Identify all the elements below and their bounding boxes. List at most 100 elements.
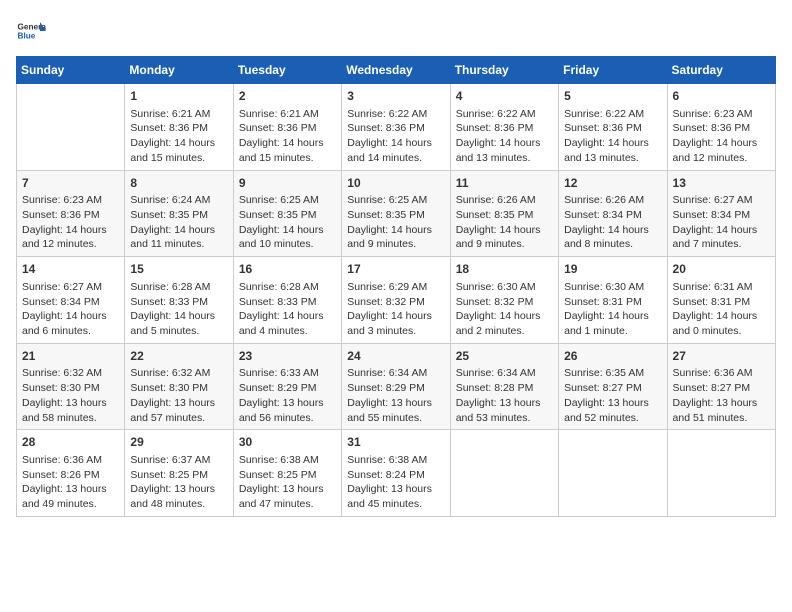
calendar-cell: 7Sunrise: 6:23 AMSunset: 8:36 PMDaylight…: [17, 170, 125, 257]
day-info: and 9 minutes.: [456, 237, 553, 252]
day-info: Sunset: 8:29 PM: [239, 381, 336, 396]
day-info: and 15 minutes.: [130, 151, 227, 166]
day-info: and 48 minutes.: [130, 497, 227, 512]
day-info: and 3 minutes.: [347, 324, 444, 339]
day-info: Sunset: 8:27 PM: [673, 381, 770, 396]
day-info: Sunset: 8:36 PM: [130, 121, 227, 136]
day-number: 25: [456, 348, 553, 365]
day-number: 11: [456, 175, 553, 192]
logo: General Blue: [16, 16, 50, 46]
day-info: Daylight: 14 hours: [564, 309, 661, 324]
day-info: Sunset: 8:34 PM: [22, 295, 119, 310]
logo-icon: General Blue: [16, 16, 46, 46]
day-number: 22: [130, 348, 227, 365]
day-info: Sunrise: 6:22 AM: [347, 107, 444, 122]
day-number: 31: [347, 434, 444, 451]
day-info: and 45 minutes.: [347, 497, 444, 512]
day-info: Sunrise: 6:26 AM: [456, 193, 553, 208]
day-info: and 13 minutes.: [564, 151, 661, 166]
day-number: 30: [239, 434, 336, 451]
day-info: Sunrise: 6:30 AM: [456, 280, 553, 295]
day-number: 24: [347, 348, 444, 365]
calendar-cell: [450, 430, 558, 517]
day-info: Sunset: 8:35 PM: [347, 208, 444, 223]
day-info: Sunrise: 6:28 AM: [130, 280, 227, 295]
day-info: Daylight: 14 hours: [456, 136, 553, 151]
day-info: and 5 minutes.: [130, 324, 227, 339]
day-number: 16: [239, 261, 336, 278]
header: General Blue: [16, 16, 776, 46]
day-info: Daylight: 14 hours: [673, 223, 770, 238]
calendar-cell: 11Sunrise: 6:26 AMSunset: 8:35 PMDayligh…: [450, 170, 558, 257]
day-info: and 12 minutes.: [673, 151, 770, 166]
day-number: 17: [347, 261, 444, 278]
day-info: and 0 minutes.: [673, 324, 770, 339]
day-info: Daylight: 14 hours: [564, 223, 661, 238]
day-info: Daylight: 14 hours: [673, 136, 770, 151]
day-number: 5: [564, 88, 661, 105]
day-info: and 49 minutes.: [22, 497, 119, 512]
day-number: 9: [239, 175, 336, 192]
day-info: Sunset: 8:36 PM: [564, 121, 661, 136]
day-info: Daylight: 14 hours: [239, 309, 336, 324]
day-info: and 10 minutes.: [239, 237, 336, 252]
day-info: Sunset: 8:24 PM: [347, 468, 444, 483]
day-info: and 4 minutes.: [239, 324, 336, 339]
day-info: Daylight: 14 hours: [22, 223, 119, 238]
day-info: Sunrise: 6:22 AM: [456, 107, 553, 122]
calendar-cell: 9Sunrise: 6:25 AMSunset: 8:35 PMDaylight…: [233, 170, 341, 257]
week-row-1: 1Sunrise: 6:21 AMSunset: 8:36 PMDaylight…: [17, 84, 776, 171]
calendar-cell: 31Sunrise: 6:38 AMSunset: 8:24 PMDayligh…: [342, 430, 450, 517]
day-info: Sunset: 8:26 PM: [22, 468, 119, 483]
day-info: Daylight: 14 hours: [347, 136, 444, 151]
day-info: and 15 minutes.: [239, 151, 336, 166]
day-number: 8: [130, 175, 227, 192]
day-info: Sunrise: 6:34 AM: [456, 366, 553, 381]
day-info: Sunset: 8:29 PM: [347, 381, 444, 396]
week-row-5: 28Sunrise: 6:36 AMSunset: 8:26 PMDayligh…: [17, 430, 776, 517]
day-header-monday: Monday: [125, 57, 233, 84]
day-info: and 6 minutes.: [22, 324, 119, 339]
calendar-cell: 28Sunrise: 6:36 AMSunset: 8:26 PMDayligh…: [17, 430, 125, 517]
day-info: and 8 minutes.: [564, 237, 661, 252]
day-number: 12: [564, 175, 661, 192]
day-info: Sunset: 8:33 PM: [130, 295, 227, 310]
day-number: 4: [456, 88, 553, 105]
day-header-friday: Friday: [559, 57, 667, 84]
day-info: Daylight: 13 hours: [130, 482, 227, 497]
day-number: 19: [564, 261, 661, 278]
calendar-cell: 4Sunrise: 6:22 AMSunset: 8:36 PMDaylight…: [450, 84, 558, 171]
calendar-cell: 14Sunrise: 6:27 AMSunset: 8:34 PMDayligh…: [17, 257, 125, 344]
day-number: 27: [673, 348, 770, 365]
day-info: Sunrise: 6:30 AM: [564, 280, 661, 295]
calendar-cell: 12Sunrise: 6:26 AMSunset: 8:34 PMDayligh…: [559, 170, 667, 257]
day-number: 14: [22, 261, 119, 278]
day-info: Daylight: 13 hours: [347, 396, 444, 411]
day-info: Daylight: 13 hours: [239, 482, 336, 497]
day-info: Sunset: 8:32 PM: [347, 295, 444, 310]
calendar-cell: 27Sunrise: 6:36 AMSunset: 8:27 PMDayligh…: [667, 343, 775, 430]
day-info: Daylight: 14 hours: [456, 309, 553, 324]
day-info: Sunset: 8:36 PM: [347, 121, 444, 136]
day-info: Sunrise: 6:23 AM: [22, 193, 119, 208]
day-info: Sunset: 8:27 PM: [564, 381, 661, 396]
day-number: 21: [22, 348, 119, 365]
day-number: 7: [22, 175, 119, 192]
calendar-cell: 5Sunrise: 6:22 AMSunset: 8:36 PMDaylight…: [559, 84, 667, 171]
day-info: and 13 minutes.: [456, 151, 553, 166]
day-info: and 47 minutes.: [239, 497, 336, 512]
day-info: Sunrise: 6:31 AM: [673, 280, 770, 295]
day-info: Daylight: 14 hours: [22, 309, 119, 324]
calendar-cell: 1Sunrise: 6:21 AMSunset: 8:36 PMDaylight…: [125, 84, 233, 171]
day-header-sunday: Sunday: [17, 57, 125, 84]
day-number: 1: [130, 88, 227, 105]
day-info: and 11 minutes.: [130, 237, 227, 252]
day-info: Daylight: 14 hours: [130, 309, 227, 324]
day-info: Daylight: 13 hours: [564, 396, 661, 411]
header-row: SundayMondayTuesdayWednesdayThursdayFrid…: [17, 57, 776, 84]
day-info: Daylight: 13 hours: [239, 396, 336, 411]
day-info: Daylight: 13 hours: [22, 482, 119, 497]
day-info: Sunrise: 6:21 AM: [130, 107, 227, 122]
calendar-cell: 18Sunrise: 6:30 AMSunset: 8:32 PMDayligh…: [450, 257, 558, 344]
day-header-tuesday: Tuesday: [233, 57, 341, 84]
